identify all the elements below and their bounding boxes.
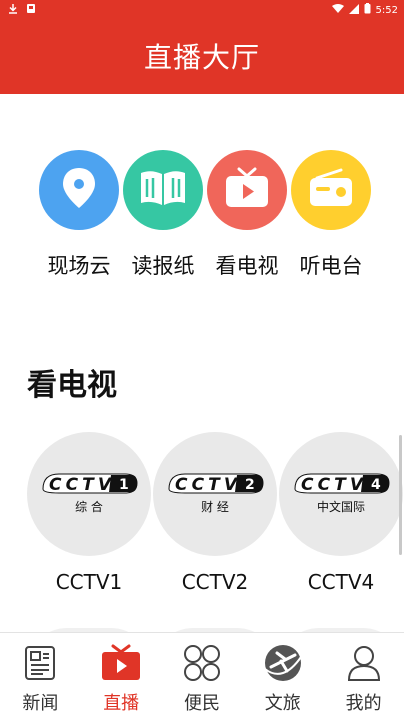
channel-logo: CCTV 4 中文国际 — [279, 432, 403, 556]
grid-icon — [182, 643, 222, 683]
location-pin-icon — [61, 166, 97, 214]
wifi-icon — [331, 3, 344, 17]
channel-logo: CCTV 2 财 经 — [153, 432, 277, 556]
tab-live[interactable]: 直播 — [81, 633, 162, 720]
channel-logo: CCTV 1 综 合 — [27, 432, 151, 556]
cctv-logo: CCTV 4 中文国际 — [294, 473, 390, 514]
plane-icon — [263, 643, 303, 683]
status-time: 5:52 — [375, 4, 398, 16]
channel-logo-caption: 中文国际 — [317, 499, 365, 514]
battery-icon — [364, 3, 371, 17]
quick-link-label: 读报纸 — [131, 254, 195, 278]
quick-link-radio[interactable]: 听电台 — [290, 150, 372, 280]
section-title: 看电视 — [27, 368, 117, 403]
channel-name: CCTV2 — [181, 570, 249, 594]
quick-link-label: 现场云 — [47, 254, 111, 278]
tab-mine[interactable]: 我的 — [323, 633, 404, 720]
quick-links: 现场云 读报纸 看电视 听电台 — [38, 150, 372, 280]
tab-label: 便民 — [183, 693, 220, 714]
channel-list: CCTV 1 综 合 CCTV1 CCTV 2 财 经 CCTV2 CCTV 4… — [27, 432, 403, 594]
signal-icon — [348, 3, 359, 17]
tv-icon — [224, 167, 270, 213]
quick-link-circle — [123, 150, 203, 230]
book-icon — [139, 169, 187, 211]
radio-icon — [307, 168, 355, 212]
tab-label: 我的 — [345, 693, 382, 714]
channel-logo-number: 2 — [245, 477, 255, 493]
quick-link-circle — [207, 150, 287, 230]
page-title: 直播大厅 — [143, 41, 260, 74]
notification-icon — [26, 3, 36, 18]
tv-play-icon — [101, 643, 141, 683]
download-icon — [8, 3, 18, 18]
tab-culture-travel[interactable]: 文旅 — [242, 633, 323, 720]
quick-link-circle — [39, 150, 119, 230]
quick-link-label: 看电视 — [215, 254, 279, 278]
status-bar: 5:52 — [0, 0, 404, 18]
tab-label: 直播 — [103, 693, 140, 714]
person-icon — [344, 643, 384, 683]
channel-item-cctv2[interactable]: CCTV 2 财 经 CCTV2 — [153, 432, 277, 594]
channel-logo-number: 4 — [371, 477, 381, 493]
channel-name: CCTV4 — [307, 570, 375, 594]
tab-label: 文旅 — [264, 693, 301, 714]
cctv-logo: CCTV 2 财 经 — [168, 473, 264, 514]
channel-logo-caption: 财 经 — [201, 500, 229, 514]
tab-services[interactable]: 便民 — [162, 633, 243, 720]
quick-link-newspaper[interactable]: 读报纸 — [122, 150, 204, 280]
channel-logo-caption: 综 合 — [75, 499, 103, 514]
tab-news[interactable]: 新闻 — [0, 633, 81, 720]
quick-link-live-cloud[interactable]: 现场云 — [38, 150, 120, 280]
newspaper-icon — [20, 643, 60, 683]
quick-link-watch-tv[interactable]: 看电视 — [206, 150, 288, 280]
tab-label: 新闻 — [22, 693, 59, 714]
channel-item-cctv1[interactable]: CCTV 1 综 合 CCTV1 — [27, 432, 151, 594]
quick-link-circle — [291, 150, 371, 230]
channel-logo-number: 1 — [119, 477, 129, 493]
quick-link-label: 听电台 — [299, 254, 363, 278]
scrollbar[interactable] — [399, 435, 402, 555]
bottom-tab-bar: 新闻 直播 便民 文旅 我的 — [0, 632, 404, 720]
channel-item-cctv4[interactable]: CCTV 4 中文国际 CCTV4 — [279, 432, 403, 594]
cctv-logo: CCTV 1 综 合 — [42, 473, 138, 514]
title-bar: 直播大厅 — [0, 18, 404, 94]
channel-name: CCTV1 — [55, 570, 123, 594]
